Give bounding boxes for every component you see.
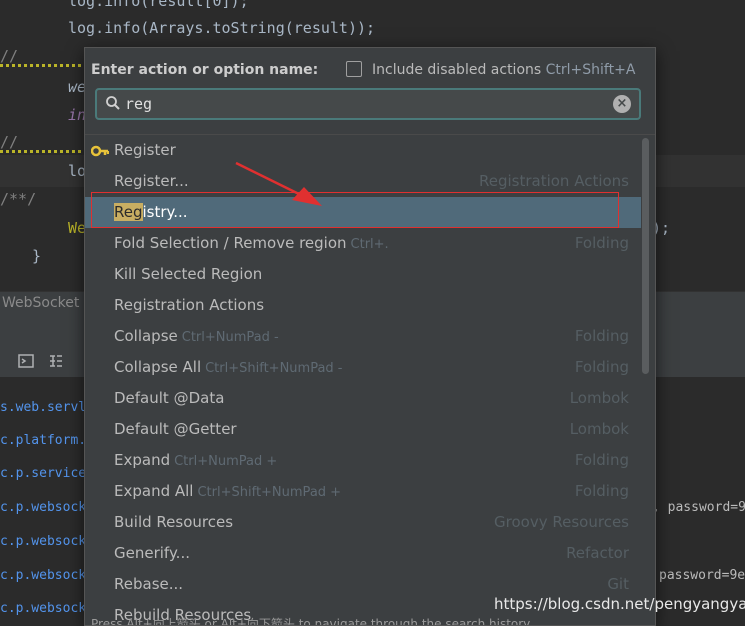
- console-line: password=9e: [659, 568, 745, 583]
- list-scrollbar[interactable]: [642, 138, 649, 374]
- code-comment: //: [0, 133, 19, 151]
- warning-underline: [0, 64, 90, 67]
- item-label: Kill Selected Region: [114, 265, 263, 283]
- structure-icon[interactable]: [48, 353, 64, 369]
- list-item[interactable]: Kill Selected Region: [85, 259, 641, 290]
- list-item[interactable]: Generify... Refactor: [85, 538, 641, 569]
- code-comment: /**/: [0, 190, 37, 208]
- item-shortcut: Ctrl+NumPad -: [181, 330, 279, 345]
- match-highlight: Reg: [114, 203, 143, 221]
- code-comment: //: [0, 47, 19, 65]
- item-shortcut: Ctrl+.: [350, 237, 389, 252]
- code-line: log.info(Arrays.toString(result));: [68, 19, 376, 37]
- item-label: Registration Actions: [114, 296, 265, 314]
- list-item[interactable]: Register: [85, 135, 641, 166]
- item-label-rest: istry...: [142, 203, 188, 221]
- code-line: log.info(result[0]);: [68, 0, 249, 10]
- item-label: Expand Ctrl+NumPad +: [114, 451, 278, 469]
- console-line: c.platform.: [0, 433, 87, 448]
- search-icon: [105, 95, 121, 111]
- console-line: c.p.websock: [0, 568, 87, 583]
- item-label: Collapse All Ctrl+Shift+NumPad -: [114, 358, 343, 376]
- list-item[interactable]: Register... Registration Actions: [85, 166, 641, 197]
- console-line: c.p.websock: [0, 500, 87, 515]
- item-label: Registry...: [114, 203, 188, 221]
- item-group: Folding: [574, 451, 629, 469]
- history-hint: Press Alt+向上箭头 or Alt+向下箭头 to navigate t…: [91, 617, 531, 626]
- item-label: Register...: [114, 172, 189, 190]
- list-item[interactable]: Registration Actions: [85, 290, 641, 321]
- list-item[interactable]: Collapse All Ctrl+Shift+NumPad - Folding: [85, 352, 641, 383]
- list-item[interactable]: Default @Data Lombok: [85, 383, 641, 414]
- list-item[interactable]: Default @Getter Lombok: [85, 414, 641, 445]
- clear-search-icon[interactable]: ×: [613, 95, 631, 113]
- console-line: c.p.websock: [0, 601, 87, 616]
- include-disabled-label[interactable]: Include disabled actions Ctrl+Shift+A: [372, 62, 635, 78]
- list-item[interactable]: Build Resources Groovy Resources: [85, 507, 641, 538]
- action-list[interactable]: Register Register... Registration Action…: [85, 134, 655, 625]
- item-label: Register: [114, 141, 176, 159]
- list-item-selected[interactable]: Registry...: [85, 197, 641, 228]
- item-group: Folding: [574, 327, 629, 345]
- item-label: Default @Getter: [114, 420, 237, 438]
- item-label: Collapse Ctrl+NumPad -: [114, 327, 279, 345]
- find-action-popup: Enter action or option name: Include dis…: [84, 47, 656, 626]
- item-shortcut: Ctrl+NumPad +: [174, 454, 278, 469]
- item-group: Folding: [574, 482, 629, 500]
- checkbox-label-text: Include disabled actions: [372, 62, 542, 78]
- include-disabled-checkbox[interactable]: [346, 61, 362, 77]
- list-item[interactable]: Expand Ctrl+NumPad + Folding: [85, 445, 641, 476]
- file-tab[interactable]: WebSocket: [2, 295, 79, 311]
- console-line: , password=9: [652, 500, 745, 515]
- item-group: Refactor: [566, 544, 629, 562]
- checkbox-shortcut: Ctrl+Shift+A: [545, 62, 636, 78]
- console-line: c.p.service: [0, 466, 87, 481]
- item-shortcut: Ctrl+Shift+NumPad +: [197, 485, 342, 500]
- item-label: Expand All Ctrl+Shift+NumPad +: [114, 482, 342, 500]
- watermark: https://blog.csdn.net/pengyangyan: [494, 595, 745, 613]
- console-line: c.p.websock: [0, 534, 87, 549]
- list-item[interactable]: Expand All Ctrl+Shift+NumPad + Folding: [85, 476, 641, 507]
- list-item[interactable]: Fold Selection / Remove region Ctrl+. Fol…: [85, 228, 641, 259]
- item-shortcut: Ctrl+Shift+NumPad -: [205, 361, 343, 376]
- item-label: Rebase...: [114, 575, 184, 593]
- item-label: Build Resources: [114, 513, 234, 531]
- code-brace: }: [32, 247, 42, 265]
- warning-underline: [0, 150, 90, 153]
- search-field[interactable]: ×: [95, 88, 641, 120]
- item-group: Folding: [574, 234, 629, 252]
- item-label: Generify...: [114, 544, 190, 562]
- terminal-icon[interactable]: [18, 353, 34, 369]
- item-group: Lombok: [569, 420, 629, 438]
- item-group: Groovy Resources: [494, 513, 629, 531]
- search-input[interactable]: [125, 94, 605, 114]
- key-icon: [90, 143, 110, 157]
- item-group: Git: [607, 575, 629, 593]
- item-label: Fold Selection / Remove region Ctrl+.: [114, 234, 389, 252]
- item-group: Registration Actions: [478, 172, 629, 190]
- item-group: Lombok: [569, 389, 629, 407]
- item-group: Folding: [574, 358, 629, 376]
- popup-title: Enter action or option name:: [91, 62, 319, 78]
- item-label: Default @Data: [114, 389, 225, 407]
- console-line: s.web.servl: [0, 400, 87, 415]
- list-item[interactable]: Collapse Ctrl+NumPad - Folding: [85, 321, 641, 352]
